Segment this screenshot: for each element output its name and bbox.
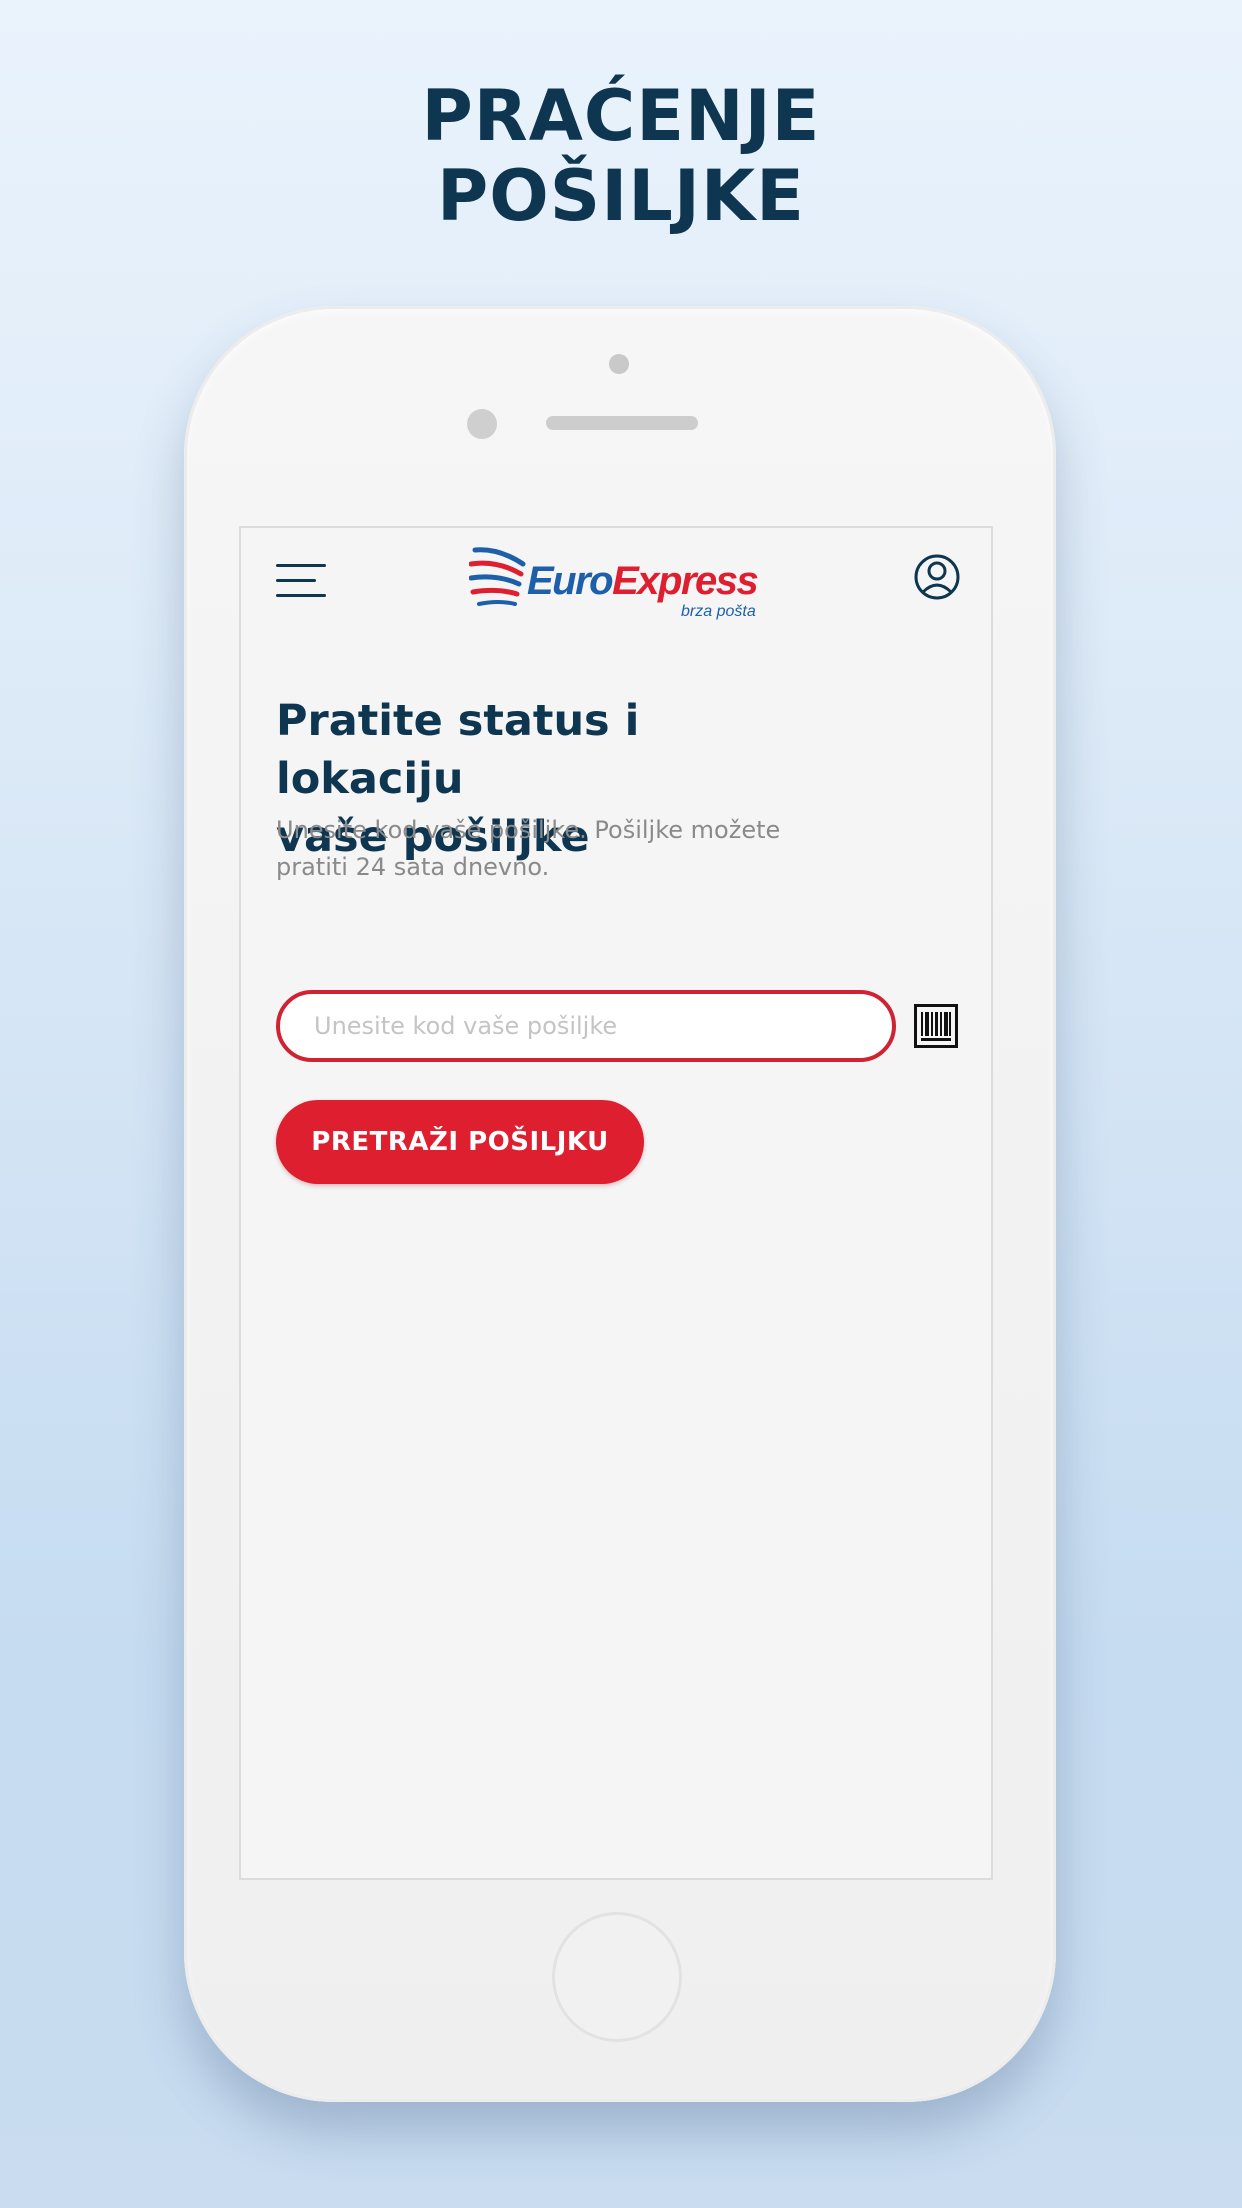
promo-title-line2: POŠILJKE — [437, 155, 805, 237]
svg-text:EuroExpress: EuroExpress — [527, 559, 758, 603]
logo-euro: Euro — [527, 559, 613, 603]
tracking-code-input[interactable] — [276, 990, 896, 1062]
home-button[interactable] — [552, 1912, 682, 2042]
app-screen: EuroExpress brza pošta Pratite status i … — [239, 526, 993, 1880]
logo-graphic: EuroExpress brza pošta — [469, 547, 759, 620]
page-subtitle: Unesite kod vaše pošiljke. Pošiljke može… — [276, 812, 796, 886]
promo-title-line1: PRAĆENJE — [421, 75, 821, 157]
user-account-icon[interactable] — [914, 554, 960, 600]
headline-line1: Pratite status i lokaciju — [276, 696, 640, 804]
subtitle-line2: pratiti 24 sata dnevno. — [276, 853, 550, 881]
earpiece-speaker — [546, 416, 698, 430]
logo-tagline: brza pošta — [681, 603, 756, 620]
hamburger-menu-icon[interactable] — [276, 564, 326, 600]
barcode-scanner-icon[interactable] — [914, 1004, 958, 1048]
search-shipment-button[interactable]: PRETRAŽI POŠILJKU — [276, 1100, 644, 1184]
proximity-sensor — [467, 409, 497, 439]
logo-express: Express — [612, 559, 757, 603]
front-camera — [609, 354, 629, 374]
euroexpress-logo[interactable]: EuroExpress brza pošta — [469, 542, 769, 626]
subtitle-line1: Unesite kod vaše pošiljke. Pošiljke može… — [276, 816, 781, 844]
